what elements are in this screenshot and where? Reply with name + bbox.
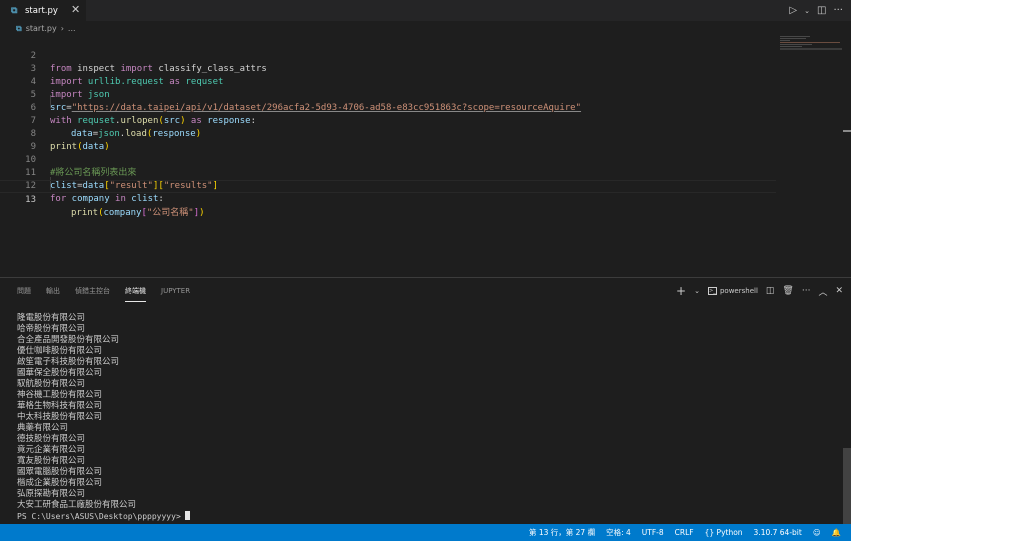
braces-icon: {}: [704, 528, 715, 537]
shell-name: powershell: [719, 287, 758, 295]
code-line: 5 src="https://data.taipei/api/v1/datase…: [0, 76, 776, 113]
chevron-down-icon[interactable]: ⌄: [694, 287, 700, 295]
breadcrumb-file[interactable]: start.py: [26, 24, 57, 33]
code-line: 11 clist=data["result"]["results"]: [0, 154, 776, 191]
editor-actions: ▷ ⌄ ◫ ···: [789, 0, 843, 21]
code-token: for: [50, 194, 67, 204]
editor-scrollbar[interactable]: [843, 130, 851, 132]
terminal-line: 寬友股份有限公司: [17, 456, 86, 466]
terminal-line: 楷成企業股份有限公司: [17, 478, 103, 488]
status-bar: 第 13 行，第 27 欄 空格: 4 UTF-8 CRLF {} Python…: [0, 524, 851, 541]
terminal-line: 國眾電腦股份有限公司: [17, 467, 103, 477]
terminal-icon: >_: [707, 287, 717, 295]
code-editor[interactable]: 2 from inspect import classify_class_att…: [0, 36, 851, 276]
terminal-line: 隆電股份有限公司: [17, 313, 86, 323]
code-token: :: [158, 194, 164, 204]
editor-tab-bar: ⧉ start.py ✕ ▷ ⌄ ◫ ···: [0, 0, 851, 21]
status-language[interactable]: {} Python: [705, 528, 743, 537]
code-token: "公司名稱": [146, 208, 194, 218]
trash-icon[interactable]: 🗑: [782, 286, 793, 296]
code-line: 8 print(data): [0, 115, 776, 152]
panel-tabs: 問題 輸出 偵錯主控台 終端機 JUPYTER: [17, 284, 190, 302]
chevron-down-icon[interactable]: ⌄: [804, 7, 810, 15]
terminal-scrollbar[interactable]: [843, 448, 851, 524]
terminal-line: 竟元企業有限公司: [17, 445, 86, 455]
chevron-right-icon: ›: [60, 24, 64, 33]
status-eol[interactable]: CRLF: [675, 528, 694, 537]
split-terminal-icon[interactable]: ◫: [766, 286, 775, 296]
python-icon: ⧉: [16, 23, 22, 33]
terminal-line: 華格生物科技有限公司: [17, 401, 103, 411]
code-line: 12 for company in clist:: [0, 167, 776, 204]
terminal-line: 神谷機工股份有限公司: [17, 390, 103, 400]
tab-debug-console[interactable]: 偵錯主控台: [75, 284, 110, 302]
status-encoding[interactable]: UTF-8: [642, 528, 664, 537]
status-interpreter[interactable]: 3.10.7 64-bit: [754, 528, 802, 537]
code-token: print: [71, 208, 99, 218]
code-line: 6 with requset.urlopen(src) as response:: [0, 89, 776, 126]
terminal-line: 啟笙電子科技股份有限公司: [17, 357, 120, 367]
terminal-line: 哈帝股份有限公司: [17, 324, 86, 334]
run-icon[interactable]: ▷: [789, 5, 797, 16]
vscode-window: ⧉ start.py ✕ ▷ ⌄ ◫ ··· ⧉ start.py › ... …: [0, 0, 851, 541]
terminal-prompt: PS C:\Users\ASUS\Desktop\ppppyyyy>: [17, 512, 181, 521]
code-token: in: [115, 194, 126, 204]
terminal-line: 合全產品開發股份有限公司: [17, 335, 120, 345]
code-token: company: [66, 194, 116, 204]
add-terminal-icon[interactable]: +: [676, 284, 686, 298]
minimap-slider[interactable]: [780, 48, 842, 50]
line-number: 13: [25, 195, 36, 205]
feedback-icon[interactable]: ☺: [813, 528, 821, 537]
split-editor-icon[interactable]: ◫: [817, 5, 826, 16]
terminal-line: 中太科技股份有限公司: [17, 412, 103, 422]
maximize-panel-icon[interactable]: ︿: [818, 285, 827, 298]
code-line-current: 13 print(company["公司名稱"]): [0, 180, 776, 218]
terminal-line: 優仕咖啡股份有限公司: [17, 346, 103, 356]
code-line: 2 from inspect import classify_class_att…: [0, 37, 776, 74]
python-icon: ⧉: [11, 5, 18, 16]
code-token: company: [103, 208, 142, 218]
terminal-line: 國華保全股份有限公司: [17, 368, 103, 378]
terminal-line: 弘原探勘有限公司: [17, 489, 86, 499]
status-cursor-position[interactable]: 第 13 行，第 27 欄: [529, 527, 595, 538]
tab-label: start.py: [25, 5, 58, 16]
panel-actions: + ⌄ >_ powershell ◫ 🗑 ··· ︿ ✕: [676, 283, 843, 299]
tab-jupyter[interactable]: JUPYTER: [161, 284, 190, 302]
terminal-line: 馭航股份有限公司: [17, 379, 86, 389]
terminal-line: 德技股份有限公司: [17, 434, 86, 444]
terminal-line: 大安工研食品工廠股份有限公司: [17, 500, 137, 510]
status-indentation[interactable]: 空格: 4: [606, 527, 631, 538]
tab-terminal[interactable]: 終端機: [125, 284, 146, 302]
breadcrumb: ⧉ start.py › ...: [0, 21, 851, 36]
more-actions-icon[interactable]: ···: [833, 5, 843, 16]
terminal-output[interactable]: 隆電股份有限公司 哈帝股份有限公司 合全產品開發股份有限公司 優仕咖啡股份有限公…: [17, 313, 837, 522]
code-line: 7 data=json.load(response): [0, 102, 776, 139]
code-line: 3 import urllib.request as requset: [0, 50, 776, 87]
close-icon[interactable]: ✕: [71, 3, 80, 16]
tab-start-py[interactable]: ⧉ start.py ✕: [0, 0, 86, 21]
terminal-prompt-line[interactable]: PS C:\Users\ASUS\Desktop\ppppyyyy>: [17, 511, 837, 522]
code-token: clist: [125, 194, 159, 204]
code-line: 4 import json: [0, 63, 776, 100]
breadcrumb-more[interactable]: ...: [68, 24, 76, 33]
terminal-line: 典藥有限公司: [17, 423, 69, 433]
code-token: ): [199, 208, 205, 218]
tab-output[interactable]: 輸出: [46, 284, 60, 302]
status-language-label: Python: [716, 528, 743, 537]
terminal-panel: 問題 輸出 偵錯主控台 終端機 JUPYTER + ⌄ >_ powershel…: [0, 277, 851, 524]
terminal-cursor: [184, 511, 190, 520]
close-panel-icon[interactable]: ✕: [835, 286, 843, 296]
code-line: 10 #將公司名稱列表出來: [0, 141, 776, 178]
more-actions-icon[interactable]: ···: [802, 286, 811, 296]
code-line: 9: [0, 128, 776, 152]
bell-icon[interactable]: 🔔: [832, 528, 841, 537]
terminal-shell-selector[interactable]: >_ powershell: [707, 287, 758, 295]
minimap[interactable]: [780, 36, 842, 54]
tab-problems[interactable]: 問題: [17, 284, 31, 302]
